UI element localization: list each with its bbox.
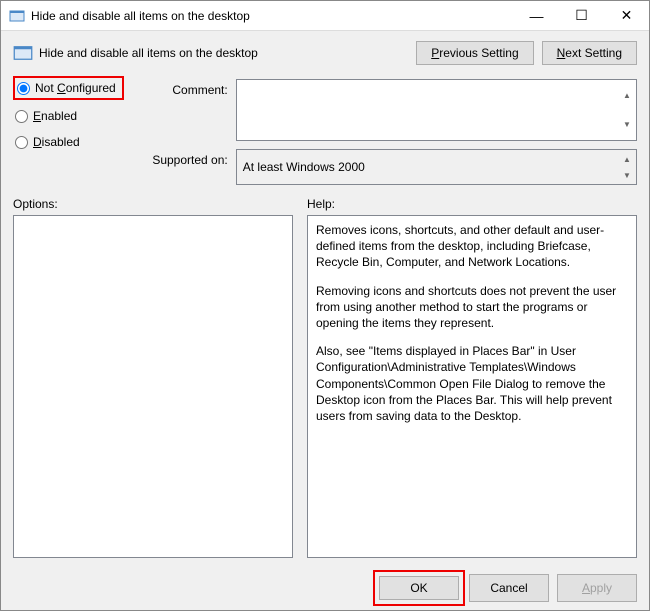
dialog-content: Hide and disable all items on the deskto… bbox=[1, 31, 649, 610]
radio-not-configured[interactable]: Not Configured bbox=[13, 76, 124, 100]
state-radio-group: Not Configured Enabled Disabled bbox=[13, 79, 118, 185]
options-column: Options: bbox=[13, 197, 293, 558]
radio-enabled[interactable]: Enabled bbox=[15, 109, 118, 123]
window-title: Hide and disable all items on the deskto… bbox=[31, 9, 514, 23]
policy-icon bbox=[9, 8, 25, 24]
chevron-up-icon[interactable]: ▲ bbox=[619, 81, 635, 110]
policy-icon bbox=[13, 43, 33, 63]
chevron-up-icon[interactable]: ▲ bbox=[619, 151, 635, 167]
cancel-button[interactable]: Cancel bbox=[469, 574, 549, 602]
ok-button[interactable]: OK bbox=[379, 576, 459, 600]
help-box[interactable]: Removes icons, shortcuts, and other defa… bbox=[307, 215, 637, 558]
comment-label: Comment: bbox=[138, 79, 228, 97]
minimize-button[interactable]: — bbox=[514, 1, 559, 30]
close-button[interactable]: ✕ bbox=[604, 1, 649, 30]
ok-highlight: OK bbox=[373, 570, 465, 606]
help-column: Help: Removes icons, shortcuts, and othe… bbox=[307, 197, 637, 558]
help-label: Help: bbox=[307, 197, 637, 211]
help-paragraph: Removes icons, shortcuts, and other defa… bbox=[316, 222, 628, 271]
supported-row: Supported on: At least Windows 2000 ▲▼ bbox=[138, 149, 637, 185]
titlebar: Hide and disable all items on the deskto… bbox=[1, 1, 649, 31]
maximize-button[interactable]: ☐ bbox=[559, 1, 604, 30]
header-row: Hide and disable all items on the deskto… bbox=[13, 41, 637, 65]
policy-name-label: Hide and disable all items on the deskto… bbox=[39, 46, 410, 60]
apply-button[interactable]: Apply bbox=[557, 574, 637, 602]
config-row: Not Configured Enabled Disabled Comment:… bbox=[13, 79, 637, 185]
nav-buttons: Previous Setting Next Setting bbox=[416, 41, 637, 65]
radio-label: Enabled bbox=[33, 109, 77, 123]
comment-scrollbar[interactable]: ▲▼ bbox=[619, 81, 635, 139]
window-controls: — ☐ ✕ bbox=[514, 1, 649, 30]
lower-panels: Options: Help: Removes icons, shortcuts,… bbox=[13, 197, 637, 558]
previous-setting-button[interactable]: Previous Setting bbox=[416, 41, 533, 65]
comment-textarea[interactable]: ▲▼ bbox=[236, 79, 637, 141]
supported-value: At least Windows 2000 bbox=[243, 160, 365, 174]
radio-not-configured-input[interactable] bbox=[17, 82, 30, 95]
dialog-footer: OK Cancel Apply bbox=[13, 574, 637, 602]
dialog-window: Hide and disable all items on the deskto… bbox=[0, 0, 650, 611]
options-box bbox=[13, 215, 293, 558]
supported-label: Supported on: bbox=[138, 149, 228, 167]
radio-disabled[interactable]: Disabled bbox=[15, 135, 118, 149]
supported-scrollbar[interactable]: ▲▼ bbox=[619, 151, 635, 183]
options-label: Options: bbox=[13, 197, 293, 211]
chevron-down-icon[interactable]: ▼ bbox=[619, 110, 635, 139]
supported-textbox: At least Windows 2000 ▲▼ bbox=[236, 149, 637, 185]
help-paragraph: Also, see "Items displayed in Places Bar… bbox=[316, 343, 628, 424]
radio-disabled-input[interactable] bbox=[15, 136, 28, 149]
radio-enabled-input[interactable] bbox=[15, 110, 28, 123]
comment-row: Comment: ▲▼ bbox=[138, 79, 637, 141]
chevron-down-icon[interactable]: ▼ bbox=[619, 167, 635, 183]
radio-label: Not Configured bbox=[35, 81, 116, 95]
radio-label: Disabled bbox=[33, 135, 80, 149]
next-setting-button[interactable]: Next Setting bbox=[542, 41, 637, 65]
fields-column: Comment: ▲▼ Supported on: At least Windo… bbox=[138, 79, 637, 185]
help-paragraph: Removing icons and shortcuts does not pr… bbox=[316, 283, 628, 332]
